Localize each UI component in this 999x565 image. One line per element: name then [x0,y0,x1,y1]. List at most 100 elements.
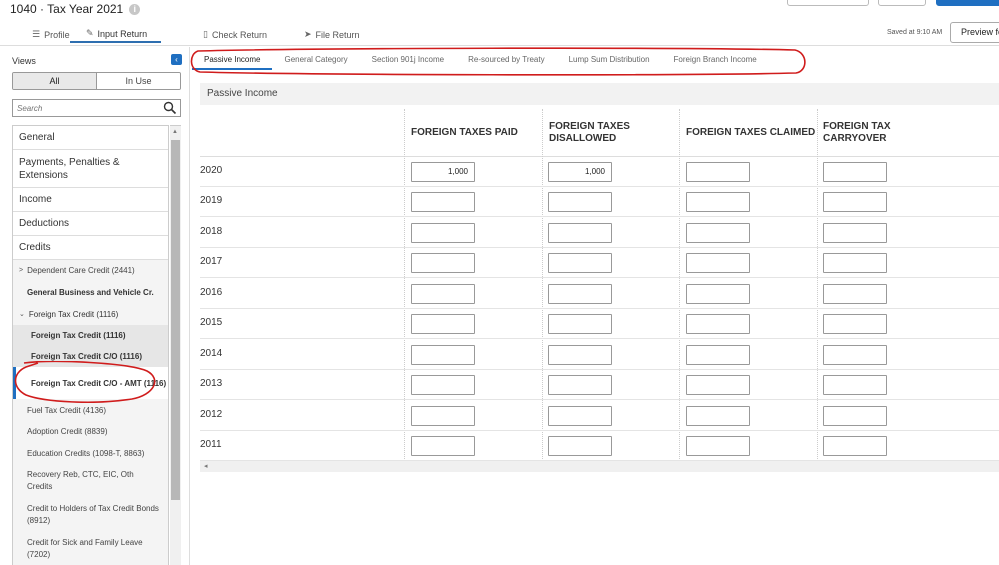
tab-profile[interactable]: ☰ Profile [32,26,70,43]
saved-status: Saved at 9:10 AM [887,29,943,36]
foreign-tax-carryover-input[interactable] [823,314,887,334]
search-input[interactable] [13,100,161,116]
horizontal-scrollbar[interactable]: ◂ [200,461,999,472]
foreign-taxes-disallowed-input[interactable] [548,436,612,456]
col-foreign-taxes-claimed: FOREIGN TAXES CLAIMED [686,127,816,138]
foreign-taxes-disallowed-input[interactable] [548,314,612,334]
row-year: 2012 [200,409,223,420]
foreign-taxes-paid-input[interactable] [411,345,475,365]
foreign-taxes-claimed-input[interactable] [686,284,750,304]
sidebar-item-fuel-tax[interactable]: Fuel Tax Credit (4136) [13,399,168,421]
foreign-taxes-paid-input[interactable]: 1,000 [411,162,475,182]
foreign-tax-carryover-input[interactable] [823,223,887,243]
foreign-tax-carryover-input[interactable] [823,436,887,456]
sidebar-item-ftc-co-amt[interactable]: Foreign Tax Credit C/O - AMT (1116) [13,367,168,399]
foreign-tax-carryover-input[interactable] [823,162,887,182]
sidebar-item-deductions[interactable]: Deductions [13,212,168,236]
sidebar-item-ftc-1116[interactable]: Foreign Tax Credit (1116) [13,325,168,346]
col-foreign-taxes-disallowed: FOREIGN TAXES DISALLOWED [549,121,630,144]
foreign-taxes-claimed-input[interactable] [686,375,750,395]
table-row: 2015 [200,309,999,339]
foreign-tax-carryover-input[interactable] [823,192,887,212]
top-bar: 1040 · Tax Year 2021 i [0,0,999,22]
foreign-tax-carryover-input[interactable] [823,284,887,304]
foreign-taxes-claimed-input[interactable] [686,192,750,212]
foreign-taxes-claimed-input[interactable] [686,406,750,426]
collapse-sidebar-button[interactable]: ‹ [171,54,182,65]
foreign-taxes-claimed-input[interactable] [686,162,750,182]
foreign-taxes-disallowed-input[interactable]: 1,000 [548,162,612,182]
table-row: 2018 [200,218,999,248]
scroll-up-icon[interactable]: ▲ [172,129,178,135]
table-row: 2016 [200,279,999,309]
sidebar-item-payments[interactable]: Payments, Penalties & Extensions [13,150,168,188]
sidebar-item-foreign-tax-credit[interactable]: ⌄ Foreign Tax Credit (1116) [13,303,168,325]
scrollbar-thumb[interactable] [171,140,180,500]
row-year: 2011 [200,439,222,450]
sidebar-item-income[interactable]: Income [13,188,168,212]
tab-input-return[interactable]: ✎ Input Return [70,26,162,43]
sidebar-item-education[interactable]: Education Credits (1098-T, 8863) [13,442,168,464]
scroll-left-icon[interactable]: ◂ [204,462,208,470]
subtab-resourced-by-treaty[interactable]: Re-sourced by Treaty [456,50,556,70]
sidebar-scrollbar[interactable]: ▲ [170,125,181,565]
foreign-taxes-disallowed-input[interactable] [548,345,612,365]
foreign-tax-carryover-input[interactable] [823,375,887,395]
row-year: 2013 [200,378,223,389]
filter-all[interactable]: All [13,73,97,89]
foreign-tax-carryover-input[interactable] [823,253,887,273]
top-action-button[interactable] [787,0,869,6]
foreign-taxes-paid-input[interactable] [411,253,475,273]
row-year: 2018 [200,226,223,237]
top-primary-button[interactable] [936,0,999,6]
sidebar-item-label: Dependent Care Credit (2441) [27,266,135,275]
sidebar-item-adoption[interactable]: Adoption Credit (8839) [13,421,168,442]
foreign-taxes-claimed-input[interactable] [686,436,750,456]
subtab-passive-income[interactable]: Passive Income [192,50,273,70]
foreign-taxes-paid-input[interactable] [411,284,475,304]
foreign-taxes-disallowed-input[interactable] [548,375,612,395]
subtab-section-901j[interactable]: Section 901j Income [360,50,457,70]
foreign-taxes-disallowed-input[interactable] [548,406,612,426]
row-year: 2014 [200,348,223,359]
tab-check-return[interactable]: ▯ Check Return [203,26,267,43]
preview-button[interactable]: Preview fo [950,22,999,43]
foreign-tax-carryover-input[interactable] [823,406,887,426]
foreign-tax-carryover-input[interactable] [823,345,887,365]
foreign-taxes-paid-input[interactable] [411,314,475,334]
pencil-icon: ✎ [86,28,94,38]
tab-file-return[interactable]: ➤ File Return [304,26,360,43]
filter-in-use[interactable]: In Use [97,73,180,89]
subtab-foreign-branch[interactable]: Foreign Branch Income [662,50,769,70]
search-icon[interactable] [163,101,177,115]
sidebar-item-recovery-rebate[interactable]: Recovery Reb, CTC, EIC, Oth Credits [13,464,168,498]
tab-label: Input Return [97,28,148,39]
sidebar-item-ftc-co[interactable]: Foreign Tax Credit C/O (1116) [13,346,168,367]
sidebar-item-general-business[interactable]: General Business and Vehicle Cr. [13,281,168,303]
sidebar-item-dependent-care[interactable]: > Dependent Care Credit (2441) [13,260,168,281]
info-icon[interactable]: i [129,3,141,15]
app-title: 1040 · Tax Year 2021 i [10,2,141,16]
foreign-taxes-claimed-input[interactable] [686,314,750,334]
sidebar-item-general[interactable]: General [13,126,168,150]
sidebar-item-tax-credit-bonds[interactable]: Credit to Holders of Tax Credit Bonds (8… [13,498,168,532]
top-secondary-button[interactable] [878,0,926,6]
foreign-taxes-disallowed-input[interactable] [548,223,612,243]
subtab-general-category[interactable]: General Category [272,50,359,70]
foreign-taxes-disallowed-input[interactable] [548,253,612,273]
income-type-tabs: Passive Income General Category Section … [192,50,769,70]
sidebar-search [12,99,181,117]
foreign-taxes-disallowed-input[interactable] [548,284,612,304]
foreign-taxes-paid-input[interactable] [411,436,475,456]
foreign-taxes-paid-input[interactable] [411,223,475,243]
foreign-taxes-claimed-input[interactable] [686,253,750,273]
foreign-taxes-paid-input[interactable] [411,375,475,395]
foreign-taxes-paid-input[interactable] [411,192,475,212]
foreign-taxes-paid-input[interactable] [411,406,475,426]
foreign-taxes-claimed-input[interactable] [686,223,750,243]
sidebar-item-credits[interactable]: Credits [13,236,168,260]
subtab-lump-sum[interactable]: Lump Sum Distribution [557,50,662,70]
sidebar-item-sick-family-leave[interactable]: Credit for Sick and Family Leave (7202) [13,532,168,565]
foreign-taxes-claimed-input[interactable] [686,345,750,365]
foreign-taxes-disallowed-input[interactable] [548,192,612,212]
